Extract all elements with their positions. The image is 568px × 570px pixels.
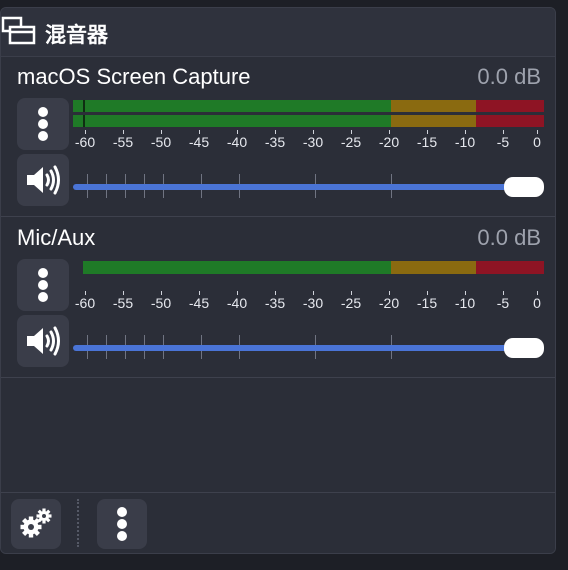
channel-menu-button[interactable] <box>17 98 69 150</box>
mixer-channel: Mic/Aux 0.0 dB -60 -55 -50 -45 -40 -35 -… <box>1 217 555 378</box>
scale-label: -20 <box>378 295 400 311</box>
scale-label: -40 <box>226 295 248 311</box>
volume-meter <box>71 98 544 128</box>
scale-label: -10 <box>454 295 476 311</box>
audio-mixer-dock: 混音器 macOS Screen Capture 0.0 dB -60 -55 … <box>0 7 556 554</box>
meter-scale: -60 -55 -50 -45 -40 -35 -30 -25 -20 -15 … <box>71 291 544 315</box>
dock-header: 混音器 <box>1 8 555 57</box>
scale-label: -5 <box>496 134 510 150</box>
mute-button[interactable] <box>17 154 69 206</box>
volume-meter <box>71 259 544 289</box>
scale-label: -60 <box>74 134 96 150</box>
scale-label: -55 <box>112 295 134 311</box>
volume-slider[interactable] <box>71 154 544 206</box>
slider-handle[interactable] <box>504 177 544 197</box>
scale-label: -40 <box>226 134 248 150</box>
scale-label: -30 <box>302 134 324 150</box>
scale-label: -50 <box>150 134 172 150</box>
scale-label: -5 <box>496 295 510 311</box>
scale-label: -30 <box>302 295 324 311</box>
gears-icon <box>20 508 52 538</box>
mixer-channel: macOS Screen Capture 0.0 dB -60 -55 -50 … <box>1 56 555 217</box>
scale-label: -45 <box>188 134 210 150</box>
scale-label: -50 <box>150 295 172 311</box>
speaker-icon <box>27 326 60 356</box>
channel-db-readout: 0.0 dB <box>477 64 541 89</box>
slider-fill <box>73 345 518 351</box>
scale-label: -55 <box>112 134 134 150</box>
advanced-audio-settings-button[interactable] <box>11 499 61 549</box>
meter-bar <box>73 100 544 112</box>
scale-label: -60 <box>74 295 96 311</box>
volume-slider[interactable] <box>71 315 544 367</box>
channel-menu-button[interactable] <box>17 259 69 311</box>
scale-label: -35 <box>264 295 286 311</box>
scale-label: -25 <box>340 295 362 311</box>
mixer-menu-button[interactable] <box>97 499 147 549</box>
scale-label: 0 <box>533 295 541 311</box>
channel-name: macOS Screen Capture <box>17 64 251 89</box>
meter-scale: -60 -55 -50 -45 -40 -35 -30 -25 -20 -15 … <box>71 130 544 154</box>
scale-label: -35 <box>264 134 286 150</box>
scale-label: -10 <box>454 134 476 150</box>
speaker-icon <box>27 165 60 195</box>
channel-name: Mic/Aux <box>17 225 96 250</box>
channel-db-readout: 0.0 dB <box>477 225 541 250</box>
scale-label: -45 <box>188 295 210 311</box>
undock-window-icon[interactable] <box>1 16 37 46</box>
scale-label: -15 <box>416 295 438 311</box>
toolbar-separator <box>77 499 79 547</box>
scale-label: 0 <box>533 134 541 150</box>
scale-label: -15 <box>416 134 438 150</box>
slider-handle[interactable] <box>504 338 544 358</box>
meter-bar <box>73 261 544 274</box>
mixer-toolbar <box>1 492 555 553</box>
scale-label: -20 <box>378 134 400 150</box>
slider-fill <box>73 184 518 190</box>
scale-label: -25 <box>340 134 362 150</box>
mute-button[interactable] <box>17 315 69 367</box>
dock-title: 混音器 <box>45 23 108 47</box>
meter-bar <box>73 115 544 127</box>
